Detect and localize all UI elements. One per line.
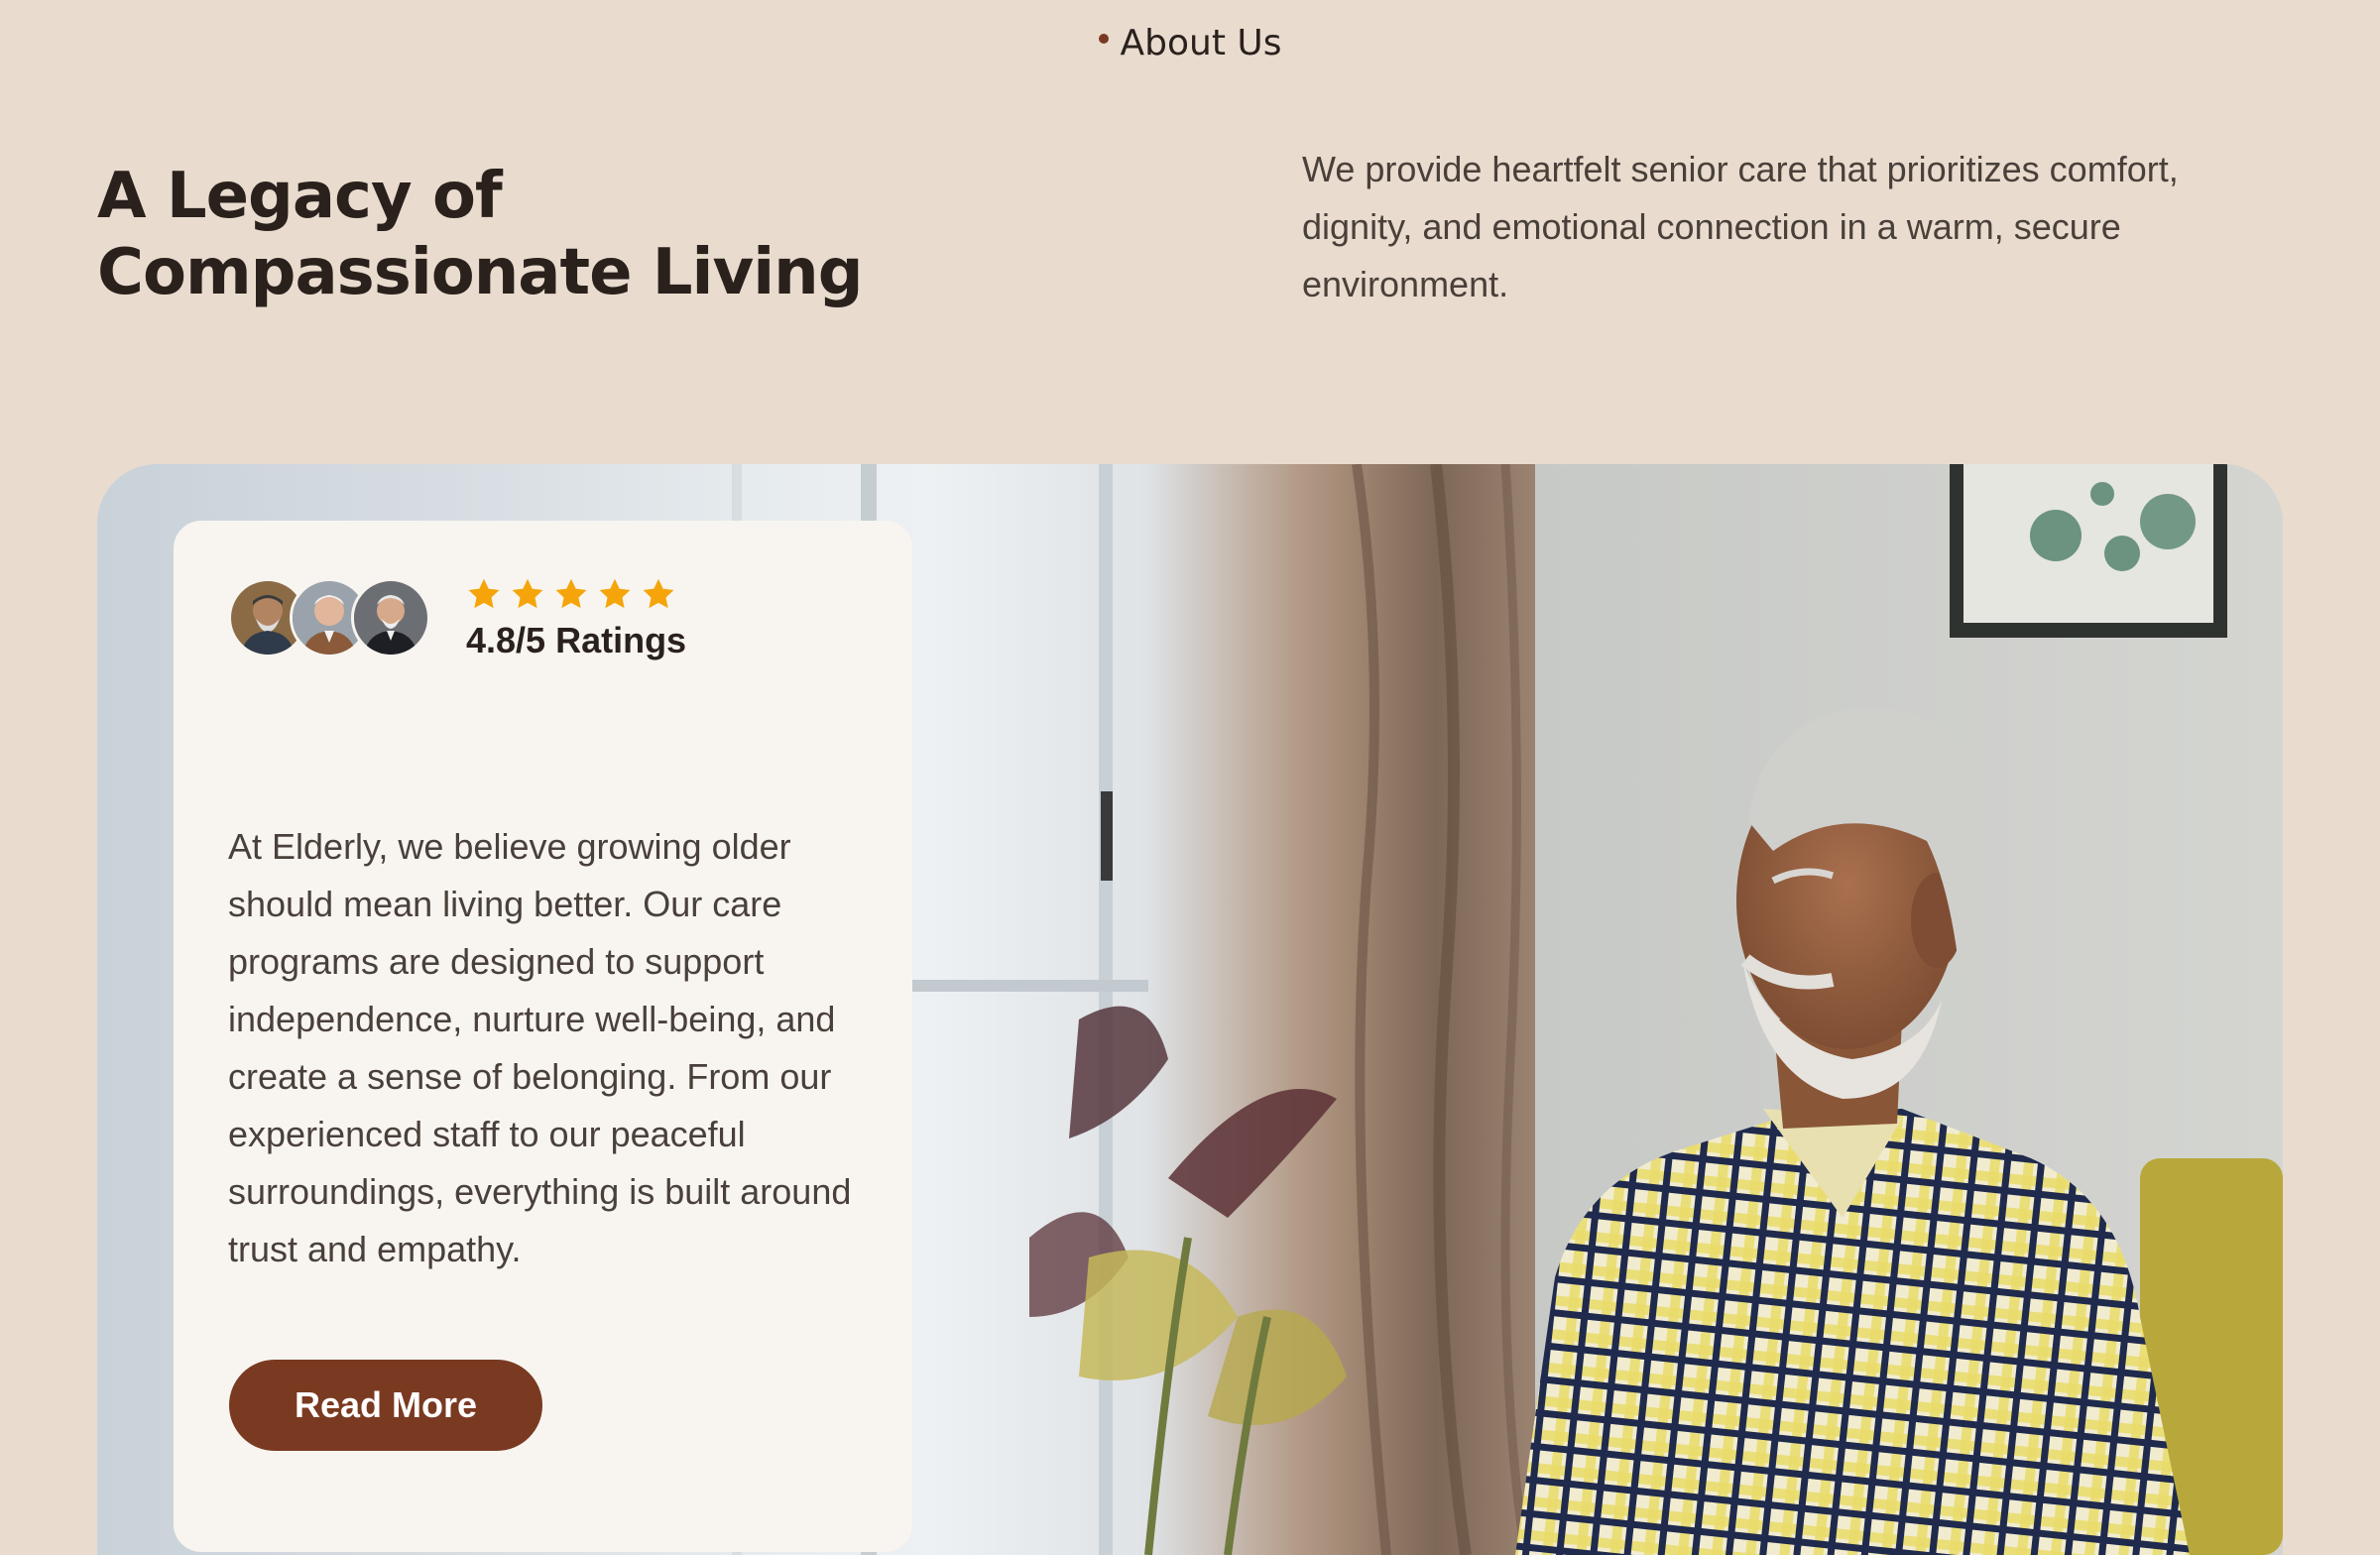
avatar [351,578,430,658]
read-more-button[interactable]: Read More [229,1360,542,1451]
star-icon [599,578,631,609]
about-body-text: At Elderly, we believe growing older sho… [228,826,852,1269]
rating-stars [466,576,676,616]
dot-icon [1098,34,1109,44]
star-icon [512,578,543,609]
heading-line-1: A Legacy of [97,160,503,233]
heading-line-2: Compassionate Living [97,236,864,309]
section-heading: A Legacy of Compassionate Living [97,159,990,311]
eyebrow-label: About Us [1120,23,1282,63]
star-icon [555,578,587,609]
section-eyebrow: About Us [0,18,2380,69]
about-card: 4.8/5 Ratings At Elderly, we believe gro… [174,521,912,1552]
rating-text: 4.8/5 Ratings [466,620,687,660]
intro-paragraph: We provide heartfelt senior care that pr… [1302,149,2179,304]
star-icon [468,578,500,609]
avatar-group [228,578,436,658]
star-icon [643,578,674,609]
